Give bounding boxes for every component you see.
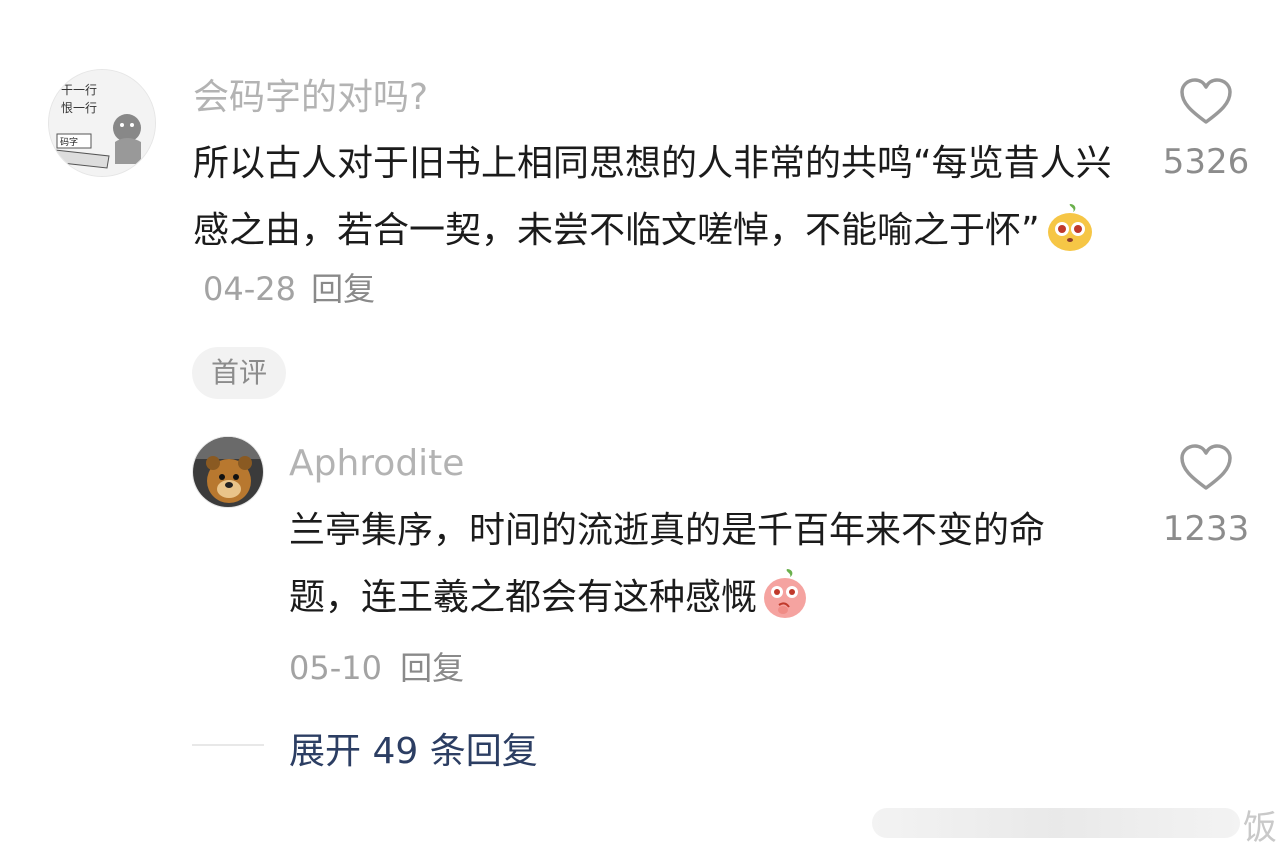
watermark-bar bbox=[872, 808, 1240, 838]
reply-button[interactable]: 回复 bbox=[311, 270, 375, 308]
avatar[interactable]: 干一行 恨一行 码字 bbox=[48, 69, 156, 177]
avatar[interactable] bbox=[192, 436, 264, 508]
avatar-illustration: 干一行 恨一行 码字 bbox=[49, 70, 155, 176]
comment-body: 所以古人对于旧书上相同思想的人非常的共鸣“每览昔人兴感之由，若合一契，未尝不临文… bbox=[193, 130, 1123, 310]
comment-username[interactable]: 会码字的对吗? bbox=[193, 76, 428, 120]
reply-text: 兰亭集序，时间的流逝真的是千百年来不变的命题，连王羲之都会有这种感慨 bbox=[289, 510, 1046, 618]
reply-meta: 05-10 回复 bbox=[289, 643, 464, 689]
avatar-sign: 码字 bbox=[60, 136, 78, 148]
first-comment-badge: 首评 bbox=[192, 347, 287, 399]
reply-body: 兰亭集序，时间的流逝真的是千百年来不变的命题，连王羲之都会有这种感慨 bbox=[289, 497, 1099, 631]
avatar-text-2: 恨一行 bbox=[61, 101, 97, 115]
avatar-text-1: 干一行 bbox=[61, 83, 97, 97]
reply-button[interactable]: 回复 bbox=[400, 649, 464, 687]
expand-divider bbox=[192, 744, 264, 746]
comment-date: 04-28 bbox=[203, 270, 296, 308]
avatar-bear-illustration bbox=[193, 437, 263, 507]
like-count: 5326 bbox=[1162, 142, 1250, 182]
mango-face-emoji bbox=[1046, 202, 1094, 256]
reply-username[interactable]: Aphrodite bbox=[289, 442, 464, 486]
reply-date: 05-10 bbox=[289, 649, 382, 687]
watermark-text: 饭 bbox=[1243, 808, 1277, 848]
expand-replies-button[interactable]: 展开 49 条回复 bbox=[289, 722, 538, 774]
heart-icon[interactable] bbox=[1179, 77, 1233, 125]
peach-face-emoji bbox=[761, 567, 809, 623]
like-count: 1233 bbox=[1162, 509, 1250, 549]
heart-icon[interactable] bbox=[1179, 443, 1233, 491]
comment-text: 所以古人对于旧书上相同思想的人非常的共鸣“每览昔人兴感之由，若合一契，未尝不临文… bbox=[193, 143, 1112, 251]
